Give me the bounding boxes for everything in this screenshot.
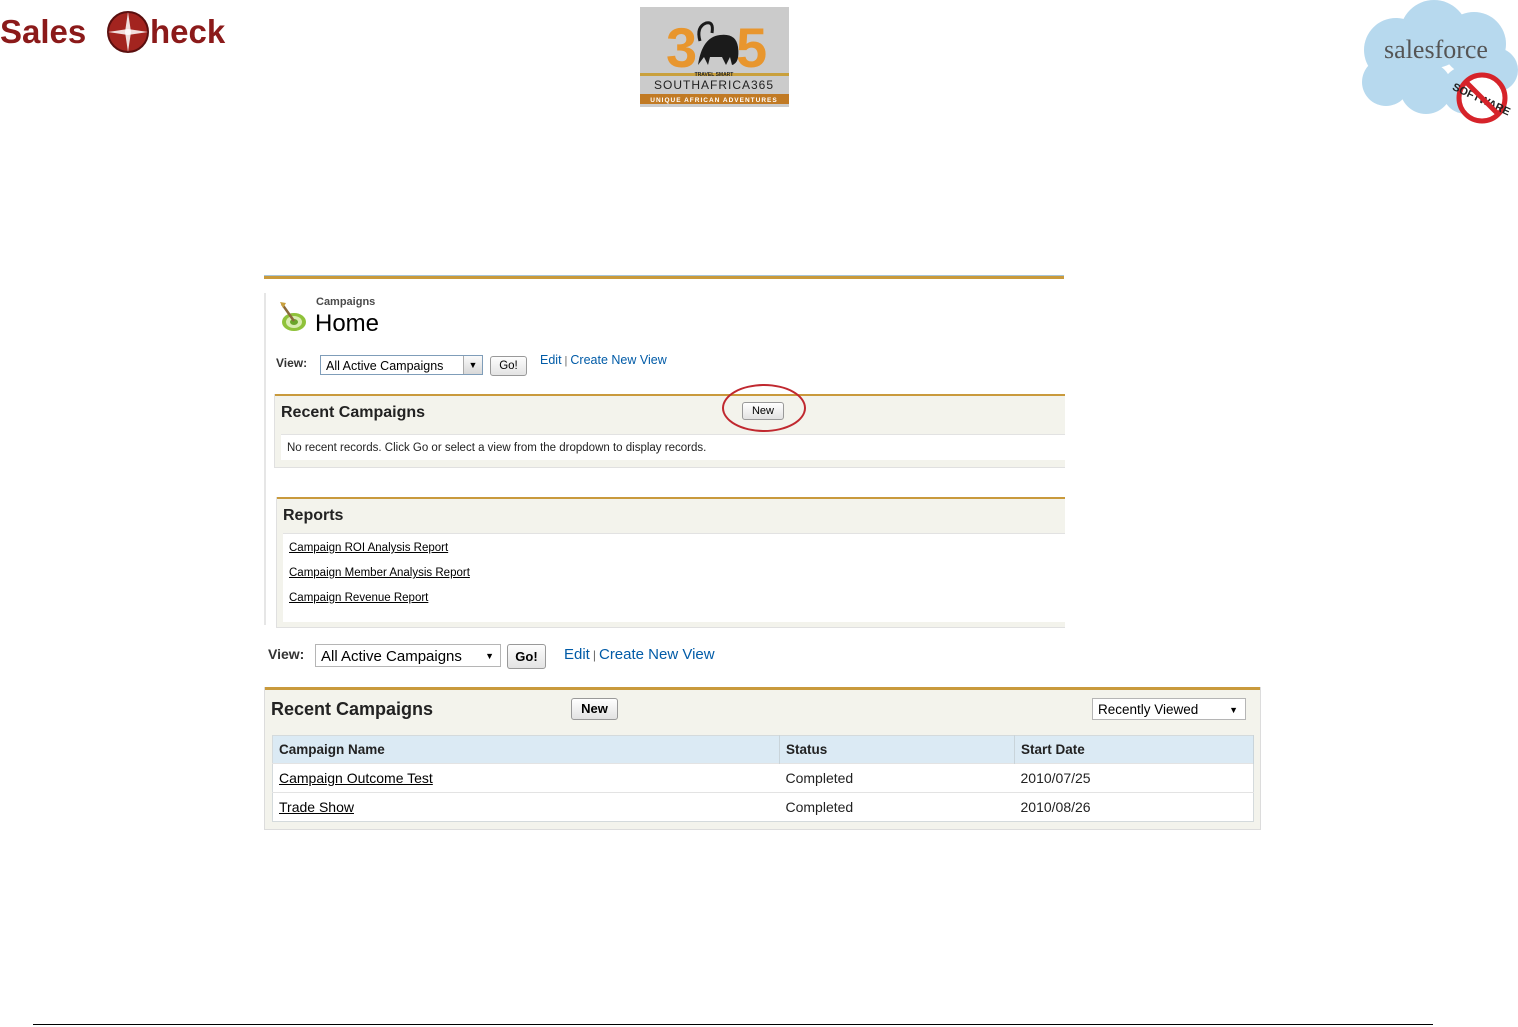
campaign-start-date: 2010/08/26 [1014,792,1254,822]
campaign-name-link[interactable]: Trade Show [272,792,780,822]
column-header-campaign-name[interactable]: Campaign Name [272,735,780,764]
salesforce-no-software-logo: salesforce SOFTWARE [1356,0,1518,125]
page-title: Home [315,310,380,337]
edit-view-link[interactable]: Edit [540,353,562,367]
campaigns-table: Campaign Name Status Start Date Campaign… [272,735,1254,822]
table-row: Trade Show Completed 2010/08/26 [272,792,1254,822]
campaign-status: Completed [779,792,1015,822]
recent-campaigns-section-2: Recent Campaigns New Recently Viewed ▼ C… [264,687,1261,830]
section-title: Recent Campaigns [271,699,434,719]
view-links: Edit | Create New View [564,646,715,663]
left-border [264,293,266,625]
new-campaign-button[interactable]: New [571,698,618,720]
table-header-row: Campaign Name Status Start Date [272,735,1254,764]
svg-text:heck: heck [150,13,226,50]
header-accent-line [264,275,1064,279]
view-select[interactable]: All Active Campaigns ▼ [315,644,501,667]
campaign-status: Completed [779,763,1015,793]
view-label: View: [268,646,305,662]
column-header-status[interactable]: Status [779,735,1015,764]
link-separator: | [592,648,596,662]
svg-text:5: 5 [736,16,767,79]
campaigns-home-screenshot: Campaigns Home View: All Active Campaign… [264,275,1064,630]
go-button[interactable]: Go! [490,356,527,376]
recent-filter-select[interactable]: Recently Viewed ▼ [1092,698,1246,720]
svg-text:3: 3 [666,16,697,79]
create-new-view-link[interactable]: Create New View [570,353,666,367]
create-new-view-link[interactable]: Create New View [599,646,715,663]
view-select-value: All Active Campaigns [326,359,444,373]
view-selector-row-2: View: All Active Campaigns ▼ Go! Edit | Cr… [268,643,738,669]
svg-text:UNIQUE AFRICAN ADVENTURES: UNIQUE AFRICAN ADVENTURES [650,97,777,104]
view-select-value: All Active Campaigns [321,648,462,665]
campaign-name-link[interactable]: Campaign Outcome Test [272,763,780,793]
footer-divider [33,1024,1433,1025]
dropdown-arrow-icon: ▼ [1229,705,1238,715]
section-accent-line [265,687,1260,690]
edit-view-link[interactable]: Edit [564,646,590,663]
dropdown-arrow-icon: ▼ [485,651,494,661]
svg-text:salesforce: salesforce [1384,35,1488,64]
campaign-start-date: 2010/07/25 [1014,763,1254,793]
table-row: Campaign Outcome Test Completed 2010/07/… [272,763,1254,793]
view-selector-row: View: All Active Campaigns ▼ Go! Edit | Cr… [276,353,776,377]
go-button[interactable]: Go! [507,644,546,669]
view-label: View: [276,356,308,370]
view-select[interactable]: All Active Campaigns ▼ [320,355,483,375]
recent-filter-value: Recently Viewed [1098,702,1199,717]
view-links: Edit | Create New View [540,353,667,367]
southafrica365-logo: 3 5 TRAVEL SMART SOUTHAFRICA365 UNIQUE A… [640,7,789,107]
column-header-start-date[interactable]: Start Date [1014,735,1254,764]
svg-text:Sales: Sales [0,13,86,50]
svg-text:SOUTHAFRICA365: SOUTHAFRICA365 [654,78,774,92]
breadcrumb: Campaigns [316,296,376,308]
salescheck-logo: Sales heck [0,6,260,58]
dropdown-arrow-icon: ▼ [463,356,482,374]
campaign-target-icon [278,300,308,332]
